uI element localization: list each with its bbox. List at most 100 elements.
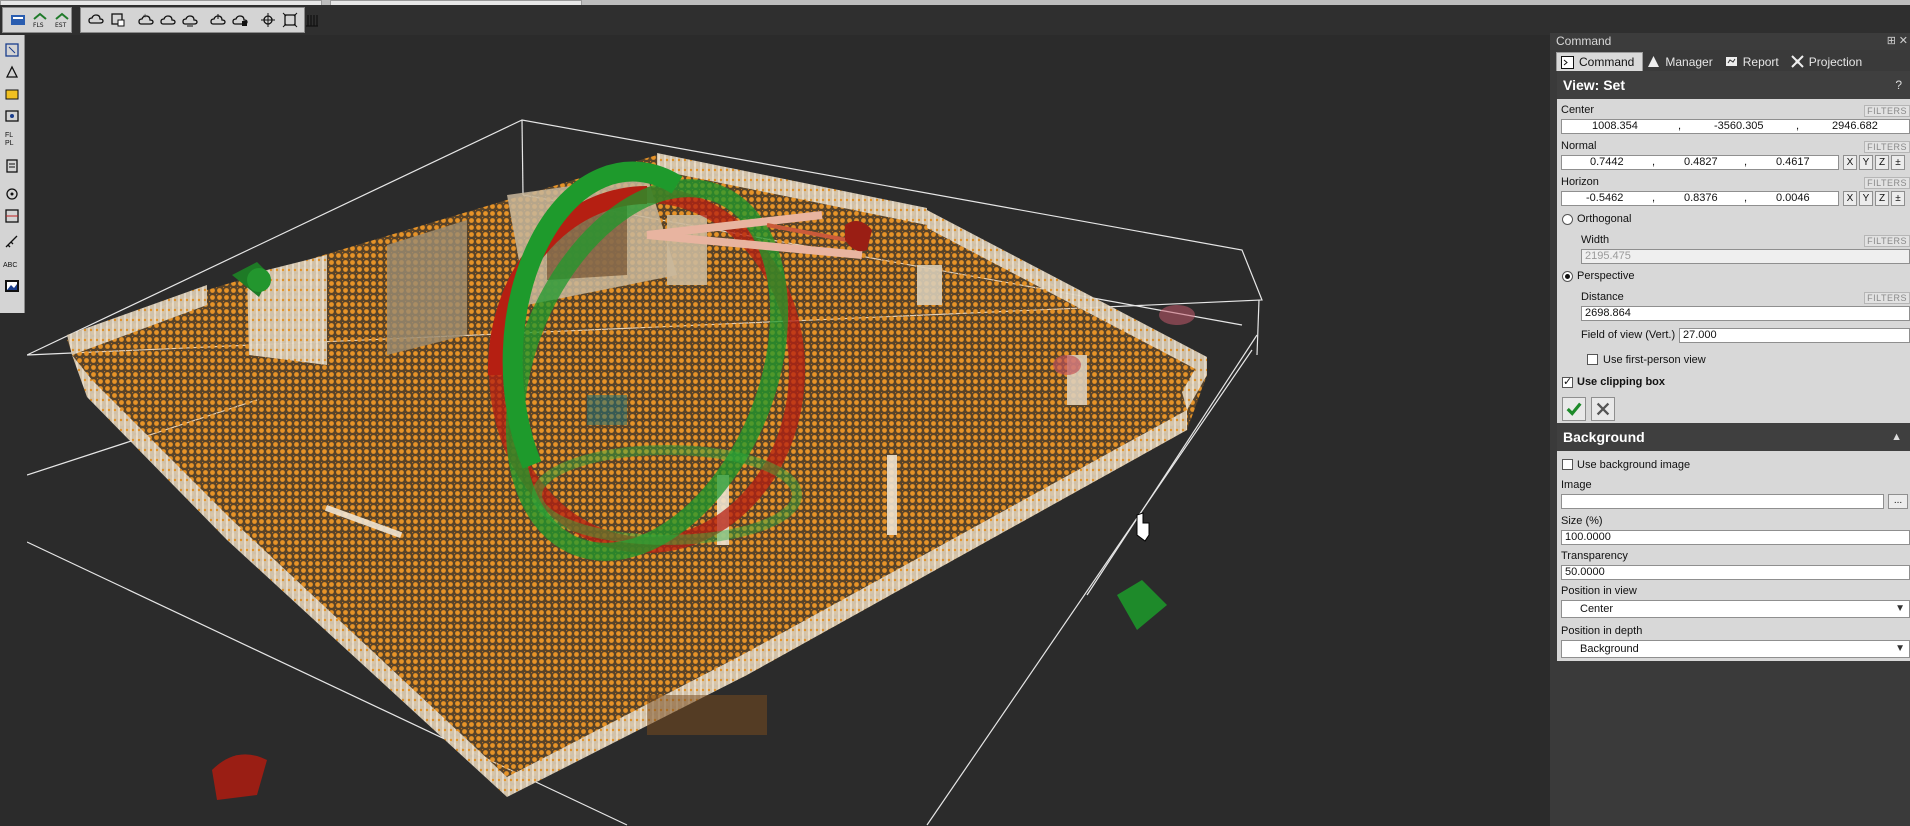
- first-person-label: Use first-person view: [1603, 354, 1706, 366]
- horizon-y-value: 0.8376: [1684, 192, 1718, 204]
- normal-z-value: 0.4617: [1776, 156, 1810, 168]
- target-icon[interactable]: [3, 185, 21, 203]
- help-icon[interactable]: ?: [1895, 71, 1902, 99]
- cloud-dropdown-icon[interactable]: [87, 10, 105, 30]
- size-label: Size (%): [1561, 515, 1603, 527]
- comma: ,: [1678, 120, 1682, 132]
- pick-icon[interactable]: [3, 41, 21, 59]
- width-label: Width: [1581, 234, 1610, 246]
- toolbar-group-files: FLS EST: [2, 7, 72, 33]
- cloud-up-icon[interactable]: [209, 10, 227, 30]
- position-in-view-select[interactable]: Center ▼: [1561, 600, 1910, 618]
- background-section-title[interactable]: Background ▲: [1557, 423, 1910, 451]
- terminal-icon: [1561, 55, 1574, 69]
- image-icon[interactable]: [3, 277, 21, 295]
- check-icon: [1566, 402, 1582, 416]
- fit-icon[interactable]: [281, 10, 299, 30]
- center-z-value: 2946.682: [1832, 120, 1878, 132]
- horizon-y-button[interactable]: Y: [1859, 191, 1873, 206]
- toolbar-group-clouds: +: [80, 7, 318, 33]
- transparency-field[interactable]: 50.0000: [1561, 565, 1910, 580]
- browse-button[interactable]: ...: [1888, 494, 1908, 509]
- center-x-value: 1008.354: [1592, 120, 1638, 132]
- measure-icon[interactable]: [3, 233, 21, 251]
- report-icon: [1725, 55, 1738, 68]
- tab-projection[interactable]: Projection: [1787, 52, 1870, 71]
- image-label: Image: [1561, 479, 1592, 491]
- tab-manager[interactable]: Manager: [1643, 52, 1720, 71]
- center-y-value: -3560.305: [1714, 120, 1764, 132]
- horizon-z-button[interactable]: Z: [1875, 191, 1889, 206]
- cloud-select-icon[interactable]: [109, 10, 127, 30]
- distance-field[interactable]: 2698.864: [1581, 306, 1910, 321]
- apply-button[interactable]: [1562, 397, 1586, 421]
- grid-icon[interactable]: [303, 10, 321, 30]
- fls-icon[interactable]: FLS: [31, 10, 49, 30]
- 3d-viewport[interactable]: [27, 35, 1549, 826]
- scan-icon[interactable]: [3, 157, 21, 175]
- comma: ,: [1744, 192, 1748, 204]
- panel-title-text: Command: [1556, 34, 1612, 48]
- left-toolbar: FL PL ABC: [0, 35, 25, 313]
- fov-field[interactable]: 27.000: [1679, 328, 1910, 343]
- transparency-label: Transparency: [1561, 550, 1628, 562]
- center-filters-button[interactable]: FILTERS: [1864, 105, 1910, 117]
- horizon-flip-button[interactable]: ±: [1891, 191, 1905, 206]
- close-icon[interactable]: ✕: [1899, 33, 1908, 50]
- cloud-remove-icon[interactable]: [181, 10, 199, 30]
- cloud-add-icon[interactable]: +: [137, 10, 155, 30]
- size-field[interactable]: 100.0000: [1561, 530, 1910, 545]
- point-cloud-scene[interactable]: [27, 35, 1549, 826]
- normal-y-button[interactable]: Y: [1859, 155, 1873, 170]
- collapse-icon[interactable]: ▲: [1891, 423, 1902, 451]
- panel-title: Command ⊞ ✕: [1550, 33, 1910, 50]
- normal-x-button[interactable]: X: [1843, 155, 1857, 170]
- tab-report[interactable]: Report: [1721, 52, 1787, 71]
- position-in-view-label: Position in view: [1561, 585, 1637, 597]
- cloud-icon[interactable]: [3, 107, 21, 125]
- use-background-image-label: Use background image: [1577, 459, 1691, 471]
- clipping-box-label: Use clipping box: [1577, 376, 1666, 388]
- pin-icon[interactable]: ⊞: [1887, 33, 1896, 50]
- normal-field[interactable]: 0.7442 , 0.4827 , 0.4617: [1561, 155, 1839, 170]
- center-field[interactable]: 1008.354 , -3560.305 , 2946.682: [1561, 119, 1910, 134]
- section-icon[interactable]: [3, 207, 21, 225]
- cancel-button[interactable]: [1591, 397, 1615, 421]
- cloud-edit-icon[interactable]: [159, 10, 177, 30]
- position-in-view-value: Center: [1580, 603, 1614, 615]
- image-path-field[interactable]: [1561, 494, 1884, 509]
- horizon-field[interactable]: -0.5462 , 0.8376 , 0.0046: [1561, 191, 1839, 206]
- cloud-down-icon[interactable]: [231, 10, 249, 30]
- svg-text:PL: PL: [5, 140, 14, 147]
- shape-icon[interactable]: [3, 63, 21, 81]
- normal-flip-button[interactable]: ±: [1891, 155, 1905, 170]
- perspective-radio[interactable]: [1562, 271, 1573, 282]
- abc-icon[interactable]: ABC: [3, 255, 21, 273]
- layers-icon[interactable]: [9, 10, 27, 30]
- est-icon[interactable]: EST: [53, 10, 71, 30]
- normal-label: Normal: [1561, 140, 1597, 152]
- normal-z-button[interactable]: Z: [1875, 155, 1889, 170]
- tab-label: Projection: [1808, 54, 1863, 69]
- layer-icon[interactable]: [3, 85, 21, 103]
- horizon-x-button[interactable]: X: [1843, 191, 1857, 206]
- first-person-checkbox[interactable]: [1587, 354, 1598, 365]
- fl-icon[interactable]: FL PL: [3, 129, 21, 147]
- width-filters-button[interactable]: FILTERS: [1864, 235, 1910, 247]
- crosshair-icon[interactable]: [259, 10, 277, 30]
- width-field[interactable]: 2195.475: [1581, 249, 1910, 264]
- distance-label: Distance: [1581, 291, 1624, 303]
- horizon-x-value: -0.5462: [1586, 192, 1624, 204]
- horizon-filters-button[interactable]: FILTERS: [1864, 177, 1910, 189]
- position-in-depth-select[interactable]: Background ▼: [1561, 640, 1910, 658]
- normal-y-value: 0.4827: [1684, 156, 1718, 168]
- clipping-box-checkbox[interactable]: [1562, 375, 1573, 388]
- position-in-depth-label: Position in depth: [1561, 625, 1643, 637]
- normal-filters-button[interactable]: FILTERS: [1864, 141, 1910, 153]
- svg-text:ABC: ABC: [3, 262, 17, 269]
- orthogonal-radio[interactable]: [1562, 214, 1573, 225]
- comma: ,: [1652, 192, 1656, 204]
- distance-filters-button[interactable]: FILTERS: [1864, 292, 1910, 304]
- use-background-image-checkbox[interactable]: [1562, 459, 1573, 470]
- tab-command[interactable]: Command: [1556, 52, 1644, 71]
